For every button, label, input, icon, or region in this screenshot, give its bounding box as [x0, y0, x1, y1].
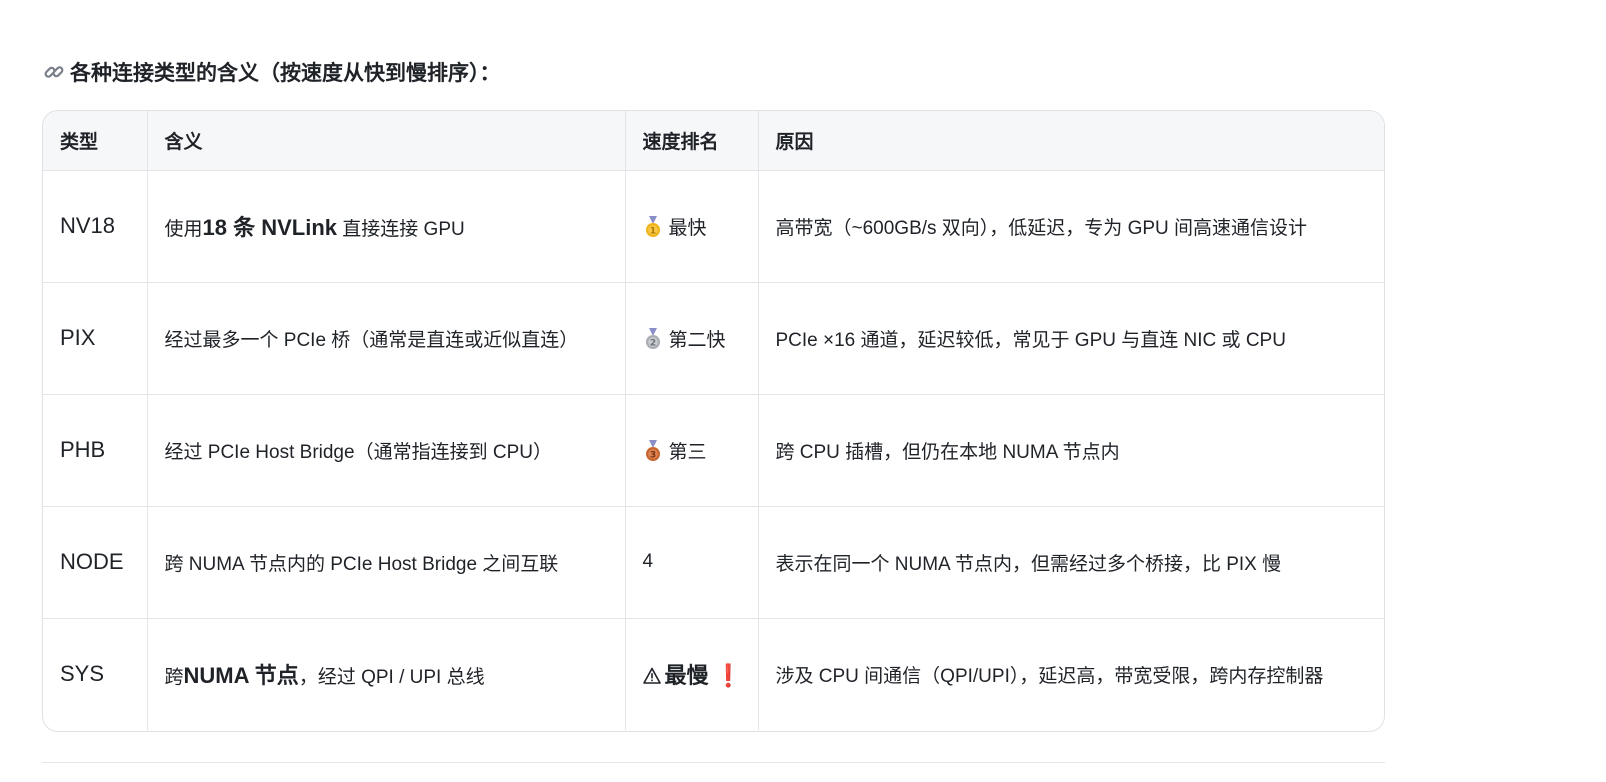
cell-type: PIX	[43, 282, 148, 395]
cell-rank: 4	[625, 506, 759, 619]
cell-meaning: 跨NUMA 节点，经过 QPI / UPI 总线	[147, 618, 626, 730]
rank-text: 最快	[668, 217, 707, 239]
bronze-medal-icon: 3	[643, 439, 663, 463]
table-row: NV18 使用18 条 NVLink 直接连接 GPU 1 最快 高带宽（~60…	[43, 170, 1384, 283]
silver-medal-icon: 2	[643, 327, 663, 351]
svg-text:1: 1	[649, 226, 655, 236]
header-type: 类型	[43, 111, 148, 171]
header-rank: 速度排名	[625, 111, 759, 171]
rank-text: 第三	[668, 441, 707, 463]
cell-rank: 3 第三	[625, 394, 759, 507]
cell-type: PHB	[43, 394, 148, 507]
rank-text: 第二快	[668, 329, 726, 351]
cell-meaning: 经过最多一个 PCIe 桥（通常是直连或近似直连）	[147, 282, 626, 395]
cell-reason: 跨 CPU 插槽，但仍在本地 NUMA 节点内	[758, 394, 1384, 507]
cell-rank: 1 最快	[625, 170, 759, 283]
cell-meaning: 使用18 条 NVLink 直接连接 GPU	[147, 170, 626, 283]
section-heading-text: 各种连接类型的含义（按速度从快到慢排序）：	[70, 62, 501, 85]
link-icon	[42, 60, 66, 84]
cell-reason: PCIe ×16 通道，延迟较低，常见于 GPU 与直连 NIC 或 CPU	[758, 282, 1384, 395]
header-meaning: 含义	[147, 111, 626, 171]
cell-rank: 2 第二快	[625, 282, 759, 395]
svg-text:3: 3	[649, 450, 655, 460]
meaning-text: 直接连接 GPU	[337, 219, 465, 240]
header-reason: 原因	[758, 111, 1384, 171]
cell-meaning: 跨 NUMA 节点内的 PCIe Host Bridge 之间互联	[147, 506, 626, 619]
cell-type: NV18	[43, 170, 148, 283]
connection-types-table: 类型 含义 速度排名 原因 NV18 使用18 条 NVLink 直接连接 GP…	[42, 110, 1385, 732]
gold-medal-icon: 1	[643, 215, 663, 239]
cell-meaning: 经过 PCIe Host Bridge（通常指连接到 CPU）	[147, 394, 626, 507]
cell-type: NODE	[43, 506, 148, 619]
meaning-text: 跨	[164, 667, 184, 689]
table-row: PHB 经过 PCIe Host Bridge（通常指连接到 CPU） 3 第三…	[43, 394, 1384, 507]
cell-type: SYS	[43, 618, 148, 730]
svg-text:2: 2	[649, 338, 655, 348]
cell-reason: 涉及 CPU 间通信（QPI/UPI），延迟高，带宽受限，跨内存控制器	[775, 665, 1324, 687]
exclamation-icon: ❗	[714, 663, 742, 689]
cell-reason: 表示在同一个 NUMA 节点内，但需经过多个桥接，比 PIX 慢	[758, 506, 1384, 619]
table-header-row: 类型 含义 速度排名 原因	[43, 111, 1384, 171]
cell-reason: 高带宽（~600GB/s 双向），低延迟，专为 GPU 间高速通信设计	[758, 170, 1384, 283]
cell-rank: 最慢 ❗	[625, 618, 759, 730]
meaning-text: ，经过 QPI / UPI 总线	[298, 667, 485, 689]
table-row: NODE 跨 NUMA 节点内的 PCIe Host Bridge 之间互联 4…	[43, 506, 1384, 619]
meaning-bold-text: NUMA 节点	[183, 663, 299, 689]
meaning-bold-text: 18 条 NVLink	[202, 215, 337, 240]
meaning-text: 使用	[164, 219, 203, 240]
warning-icon	[642, 667, 661, 685]
section-heading: 各种连接类型的含义（按速度从快到慢排序）：	[42, 56, 501, 88]
rank-text: 最慢	[664, 663, 709, 689]
table-row: SYS 跨NUMA 节点，经过 QPI / UPI 总线 最慢 ❗ 涉及 CPU …	[43, 618, 1384, 730]
table-row: PIX 经过最多一个 PCIe 桥（通常是直连或近似直连） 2 第二快 PCIe…	[43, 282, 1384, 395]
horizontal-divider	[42, 762, 1385, 763]
